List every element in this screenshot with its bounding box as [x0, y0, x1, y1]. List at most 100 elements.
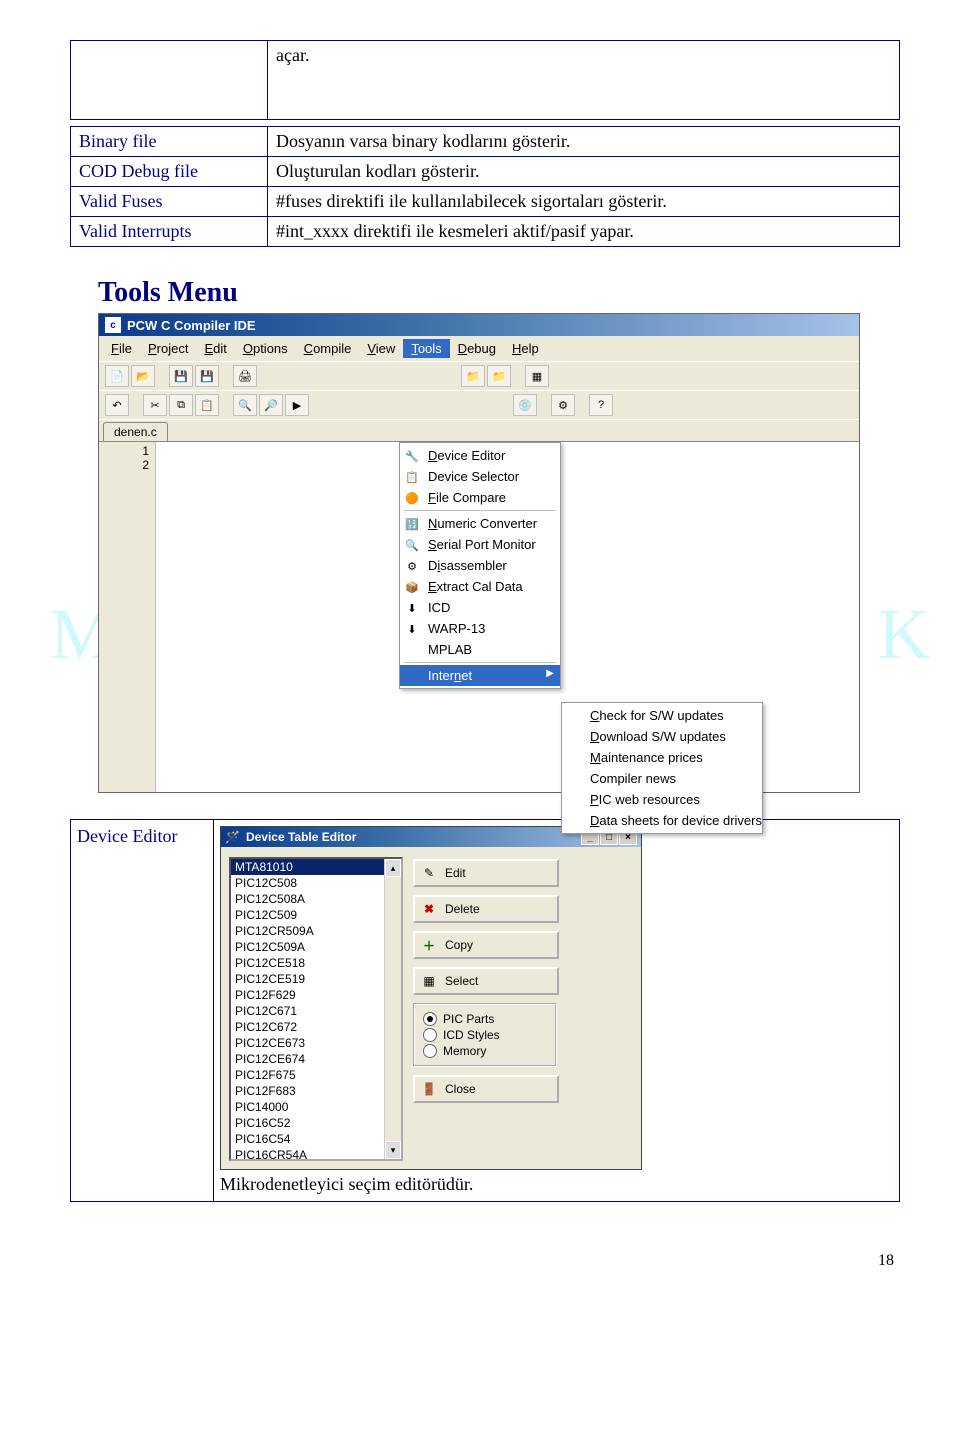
list-item[interactable]: PIC12CR509A [231, 923, 401, 939]
radio-icon [423, 1012, 437, 1026]
menu-numeric-converter[interactable]: 🔢Numeric Converter [400, 513, 560, 534]
tab-denen[interactable]: denen.c [103, 422, 168, 441]
definitions-table-2: Binary fileDosyanın varsa binary kodları… [70, 126, 900, 247]
help-icon[interactable]: ? [589, 394, 613, 416]
print-icon[interactable]: 🖨 [233, 365, 257, 387]
device-editor-table: Device Editor 🪄 Device Table Editor _ □ … [70, 819, 900, 1202]
menu-internet[interactable]: Internet▶ [400, 665, 560, 686]
acar-cell: açar. [268, 41, 900, 120]
submenu-check-updates[interactable]: Check for S/W updates [562, 705, 762, 726]
editor-area: 1 2 🔧Device Editor 📋Device Selector 🟠Fil… [99, 441, 859, 792]
menu-view[interactable]: View [359, 339, 403, 358]
device-editor-label: Device Editor [71, 820, 214, 1202]
find-next-icon[interactable]: 🔎 [259, 394, 283, 416]
wrench-icon: 🔧 [404, 448, 420, 464]
delete-button[interactable]: ✖Delete [413, 895, 559, 923]
list-item[interactable]: PIC12F629 [231, 987, 401, 1003]
list-item[interactable]: PIC14000 [231, 1099, 401, 1115]
copy-label: Copy [445, 938, 473, 952]
list-item[interactable]: MTA81010 [231, 859, 401, 875]
list-item[interactable]: PIC12C508A [231, 891, 401, 907]
list-item[interactable]: PIC12F683 [231, 1083, 401, 1099]
menu-edit[interactable]: Edit [196, 339, 234, 358]
list-item[interactable]: PIC12C671 [231, 1003, 401, 1019]
edit-label: Edit [445, 866, 466, 880]
save-all-icon[interactable]: 💾 [195, 365, 219, 387]
menu-device-editor[interactable]: 🔧Device Editor [400, 445, 560, 466]
scrollbar[interactable]: ▴ ▾ [384, 859, 401, 1159]
list-item[interactable]: PIC12CE674 [231, 1051, 401, 1067]
gear-icon[interactable]: ⚙ [551, 394, 575, 416]
radio-icd-styles[interactable]: ICD Styles [423, 1027, 547, 1043]
door-icon: 🚪 [421, 1081, 437, 1097]
menu-tools[interactable]: Tools [403, 339, 449, 358]
scroll-down-icon[interactable]: ▾ [385, 1141, 401, 1159]
list-item[interactable]: PIC12C509A [231, 939, 401, 955]
list-item[interactable]: PIC16C54 [231, 1131, 401, 1147]
copy-icon[interactable]: ⧉ [169, 394, 193, 416]
blank-label-cell [71, 41, 268, 120]
select-button[interactable]: ▦Select [413, 967, 559, 995]
row-interrupts-desc: #int_xxxx direktifi ile kesmeleri aktif/… [268, 217, 900, 247]
menu-options[interactable]: Options [235, 339, 296, 358]
menu-project[interactable]: Project [140, 339, 196, 358]
save-icon[interactable]: 💾 [169, 365, 193, 387]
definitions-table: açar. [70, 40, 900, 120]
menu-file[interactable]: File [103, 339, 140, 358]
menu-compile[interactable]: Compile [296, 339, 360, 358]
submenu-arrow-icon: ▶ [546, 668, 554, 679]
disc-icon[interactable]: 💿 [513, 394, 537, 416]
submenu-compiler-news[interactable]: Compiler news [562, 768, 762, 789]
submenu-pic-web[interactable]: PIC web resources [562, 789, 762, 810]
copy-button[interactable]: ＋Copy [413, 931, 559, 959]
menu-file-compare[interactable]: 🟠File Compare [400, 487, 560, 508]
list-item[interactable]: PIC12CE519 [231, 971, 401, 987]
list-item[interactable]: PIC12CE518 [231, 955, 401, 971]
menu-mplab[interactable]: MPLAB [400, 639, 560, 660]
chip-icon[interactable]: ▦ [525, 365, 549, 387]
device-listbox[interactable]: MTA81010PIC12C508PIC12C508APIC12C509PIC1… [229, 857, 403, 1161]
list-item[interactable]: PIC12C509 [231, 907, 401, 923]
folder-yellow-icon[interactable]: 📁 [461, 365, 485, 387]
radio-memory[interactable]: Memory [423, 1043, 547, 1059]
edit-button[interactable]: ✎Edit [413, 859, 559, 887]
row-fuses-desc: #fuses direktifi ile kullanılabilecek si… [268, 187, 900, 217]
list-item[interactable]: PIC12C672 [231, 1019, 401, 1035]
menu-disassembler[interactable]: ⚙Disassembler [400, 555, 560, 576]
menu-debug[interactable]: Debug [450, 339, 504, 358]
submenu-maintenance[interactable]: Maintenance prices [562, 747, 762, 768]
folder-green-icon[interactable]: 📁 [487, 365, 511, 387]
list-item[interactable]: PIC12C508 [231, 875, 401, 891]
find-icon[interactable]: 🔍 [233, 394, 257, 416]
grid-icon: ▦ [421, 973, 437, 989]
radio-pic-parts[interactable]: PIC Parts [423, 1011, 547, 1027]
new-file-icon[interactable]: 📄 [105, 365, 129, 387]
menu-help[interactable]: Help [504, 339, 547, 358]
close-label: Close [445, 1082, 476, 1096]
line-1: 1 [99, 444, 149, 458]
download-icon: ⬇ [404, 621, 420, 637]
list-item[interactable]: PIC16C52 [231, 1115, 401, 1131]
list-item[interactable]: PIC12CE673 [231, 1035, 401, 1051]
close-dialog-button[interactable]: 🚪 Close [413, 1075, 559, 1103]
scroll-up-icon[interactable]: ▴ [385, 859, 401, 877]
view-mode-group: PIC Parts ICD Styles Memory [413, 1003, 557, 1067]
menu-warp13[interactable]: ⬇WARP-13 [400, 618, 560, 639]
submenu-datasheets[interactable]: Data sheets for device drivers [562, 810, 762, 831]
radio-icon [423, 1044, 437, 1058]
menu-extract-cal[interactable]: 📦Extract Cal Data [400, 576, 560, 597]
paste-icon[interactable]: 📋 [195, 394, 219, 416]
submenu-download-updates[interactable]: Download S/W updates [562, 726, 762, 747]
magnifier-icon: 🔍 [404, 537, 420, 553]
list-item[interactable]: PIC16CR54A [231, 1147, 401, 1161]
open-file-icon[interactable]: 📂 [131, 365, 155, 387]
menu-icd[interactable]: ⬇ICD [400, 597, 560, 618]
step-icon[interactable]: ▶ [285, 394, 309, 416]
device-table-editor-window: 🪄 Device Table Editor _ □ × MTA81010PIC1… [220, 826, 642, 1170]
menu-serial-port[interactable]: 🔍Serial Port Monitor [400, 534, 560, 555]
undo-icon[interactable]: ↶ [105, 394, 129, 416]
wand-icon: 🪄 [225, 830, 240, 844]
menu-device-selector[interactable]: 📋Device Selector [400, 466, 560, 487]
cut-icon[interactable]: ✂ [143, 394, 167, 416]
list-item[interactable]: PIC12F675 [231, 1067, 401, 1083]
